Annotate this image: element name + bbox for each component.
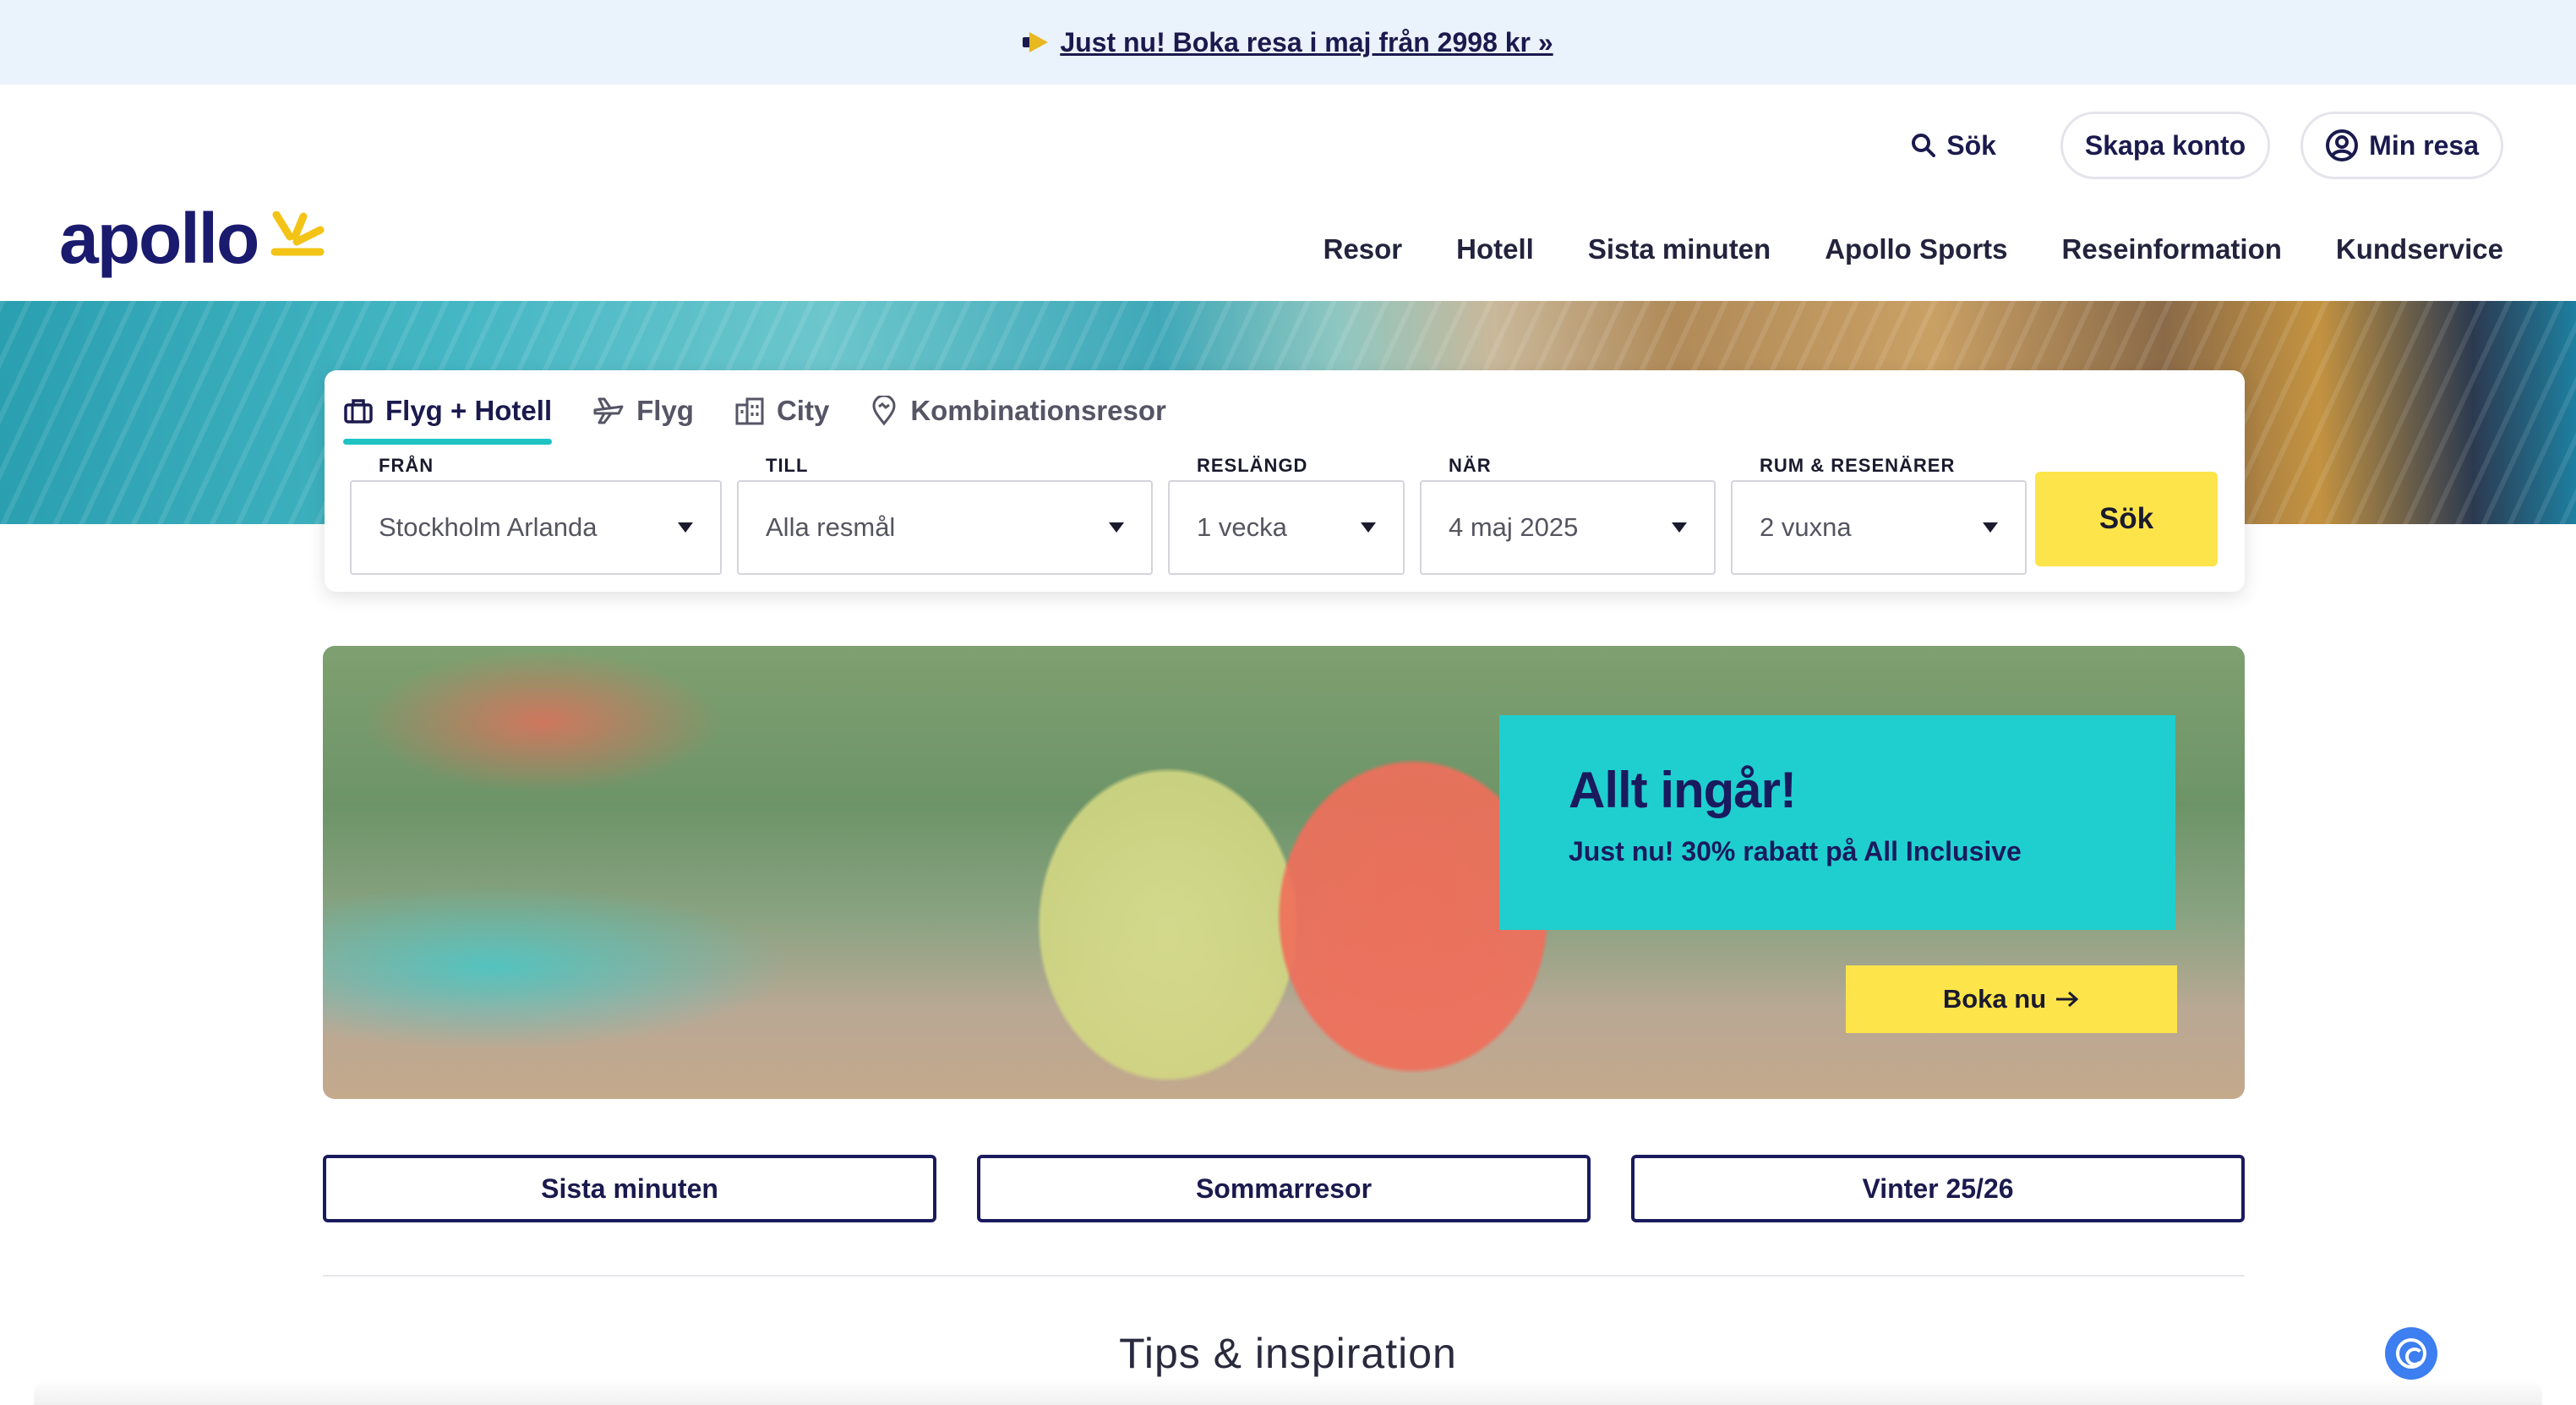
date-field-label: NÄR <box>1449 455 1492 476</box>
nav-item-reseinformation[interactable]: Reseinformation <box>2062 233 2282 265</box>
help-widget-button[interactable] <box>2385 1327 2437 1380</box>
quick-link-sommarresor[interactable]: Sommarresor <box>977 1155 1591 1222</box>
nav-item-sista-minuten[interactable]: Sista minuten <box>1588 233 1771 265</box>
tab-city-label: City <box>776 395 830 426</box>
tab-flyg-label: Flyg <box>636 395 694 426</box>
chat-icon <box>2396 1338 2426 1369</box>
main-nav: Resor Hotell Sista minuten Apollo Sports… <box>1323 233 2503 265</box>
tab-city[interactable]: City <box>734 384 829 438</box>
duration-field-label: RESLÄNGD <box>1197 455 1308 476</box>
quick-link-sista-minuten[interactable]: Sista minuten <box>323 1155 936 1222</box>
tab-flyg[interactable]: Flyg <box>592 384 694 438</box>
duration-select[interactable]: 1 vecka <box>1168 480 1405 575</box>
tab-kombinationsresor-label: Kombinationsresor <box>910 395 1166 426</box>
search-fields: FRÅN Stockholm Arlanda TILL Alla resmål … <box>350 455 2027 575</box>
sun-logo-icon <box>270 211 325 256</box>
header-search[interactable]: Sök <box>1911 130 1996 161</box>
search-card: Flyg + Hotell Flyg City Kombinationsreso… <box>325 370 2245 592</box>
my-trip-button[interactable]: Min resa <box>2300 112 2503 179</box>
suitcase-icon <box>344 399 373 424</box>
section-divider <box>323 1275 2245 1277</box>
quick-link-vinter[interactable]: Vinter 25/26 <box>1631 1155 2245 1222</box>
banner-text-box: Allt ingår! Just nu! 30% rabatt på All I… <box>1499 715 2175 930</box>
to-value: Alla resmål <box>766 512 896 542</box>
arrow-right-icon <box>2056 991 2079 1008</box>
to-field-label: TILL <box>766 455 809 476</box>
nav-item-kundservice[interactable]: Kundservice <box>2336 233 2503 265</box>
travellers-field-label: RUM & RESENÄRER <box>1760 455 1956 476</box>
promo-link[interactable]: Just nu! Boka resa i maj från 2998 kr » <box>1060 27 1553 58</box>
header-search-label: Sök <box>1946 129 1996 161</box>
section-title: Tips & inspiration <box>1119 1330 1457 1377</box>
travellers-field: RUM & RESENÄRER 2 vuxna <box>1731 455 2027 575</box>
my-trip-label: Min resa <box>2369 129 2479 161</box>
create-account-label: Skapa konto <box>2084 129 2246 161</box>
banner-subtitle: Just nu! 30% rabatt på All Inclusive <box>1569 836 2022 867</box>
date-select[interactable]: 4 maj 2025 <box>1420 480 1716 575</box>
chevron-down-icon <box>1109 522 1124 533</box>
nav-item-hotell[interactable]: Hotell <box>1456 233 1534 265</box>
chevron-down-icon <box>1672 522 1687 533</box>
apollo-logo[interactable]: apollo <box>59 203 325 274</box>
chevron-down-icon <box>1983 522 1998 533</box>
book-now-label: Boka nu <box>1942 984 2047 1014</box>
megaphone-icon <box>1023 32 1049 52</box>
chevron-down-icon <box>1361 522 1376 533</box>
from-select[interactable]: Stockholm Arlanda <box>350 480 722 575</box>
logo-text: apollo <box>59 199 259 278</box>
utility-nav: Sök Skapa konto Min resa <box>1911 112 2503 179</box>
tab-kombinationsresor[interactable]: Kombinationsresor <box>870 384 1166 438</box>
travellers-select[interactable]: 2 vuxna <box>1731 480 2027 575</box>
nav-item-resor[interactable]: Resor <box>1323 233 1403 265</box>
bottom-fade <box>34 1378 2542 1405</box>
book-now-button[interactable]: Boka nu <box>1846 965 2177 1033</box>
quick-links: Sista minuten Sommarresor Vinter 25/26 <box>323 1155 2245 1222</box>
duration-field: RESLÄNGD 1 vecka <box>1168 455 1405 575</box>
create-account-button[interactable]: Skapa konto <box>2060 112 2271 179</box>
tab-flyg-hotell-label: Flyg + Hotell <box>385 395 553 426</box>
from-value: Stockholm Arlanda <box>379 512 598 542</box>
user-icon <box>2326 129 2359 161</box>
chevron-down-icon <box>678 522 693 533</box>
location-pin-icon <box>872 396 896 426</box>
travellers-value: 2 vuxna <box>1760 512 1852 542</box>
from-field: FRÅN Stockholm Arlanda <box>350 455 722 575</box>
search-icon <box>1912 134 1936 157</box>
nav-item-apollo-sports[interactable]: Apollo Sports <box>1825 233 2007 265</box>
search-tabs: Flyg + Hotell Flyg City Kombinationsreso… <box>343 384 1166 445</box>
all-inclusive-banner[interactable]: Allt ingår! Just nu! 30% rabatt på All I… <box>323 646 2245 1099</box>
plane-icon <box>593 397 624 424</box>
promo-bar: Just nu! Boka resa i maj från 2998 kr » <box>0 0 2576 85</box>
search-submit-button[interactable]: Sök <box>2035 472 2218 566</box>
date-value: 4 maj 2025 <box>1449 512 1579 542</box>
tab-flyg-hotell[interactable]: Flyg + Hotell <box>343 384 553 445</box>
date-field: NÄR 4 maj 2025 <box>1420 455 1716 575</box>
duration-value: 1 vecka <box>1197 512 1287 542</box>
banner-title: Allt ingår! <box>1569 762 1797 818</box>
city-icon <box>735 397 764 425</box>
site-header: apollo Sök Skapa konto Min resa Resor Ho… <box>0 85 2576 301</box>
from-field-label: FRÅN <box>379 455 434 476</box>
to-field: TILL Alla resmål <box>737 455 1153 575</box>
to-select[interactable]: Alla resmål <box>737 480 1153 575</box>
